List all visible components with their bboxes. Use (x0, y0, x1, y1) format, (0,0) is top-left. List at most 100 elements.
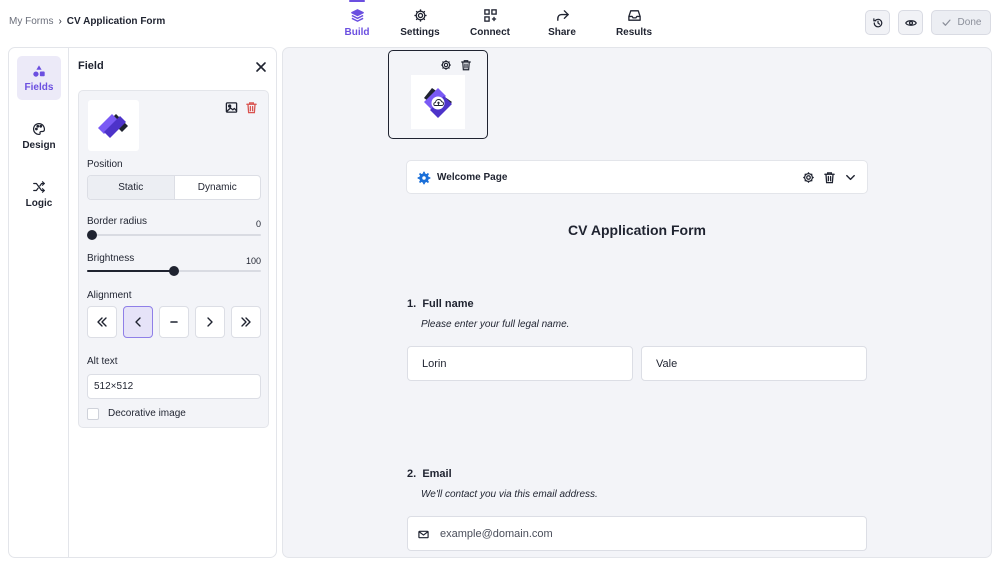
double-chevron-right-icon (241, 317, 251, 327)
brightness-slider[interactable] (87, 266, 261, 276)
history-icon (872, 17, 882, 27)
alignment-label: Alignment (87, 290, 132, 301)
rail-item-design-label: Design (22, 139, 56, 151)
brightness-label: Brightness (87, 253, 135, 264)
eye-icon (904, 19, 917, 26)
alt-text-input[interactable]: 512×512 (87, 374, 261, 399)
logo-block-tools (440, 59, 472, 71)
align-center-button[interactable] (159, 306, 189, 338)
tab-share-label: Share (548, 27, 576, 38)
tab-settings-label: Settings (400, 27, 440, 38)
welcome-page-bar[interactable]: Welcome Page (406, 160, 868, 194)
brand-logo-icon (97, 113, 128, 138)
top-bar: My Forms › CV Application Form Build Set… (0, 0, 1000, 44)
done-button[interactable]: Done (931, 10, 991, 35)
trash-icon[interactable] (245, 101, 258, 114)
question-2-number: 2. (407, 468, 417, 480)
shuffle-icon (33, 180, 45, 193)
gear-icon[interactable] (440, 59, 452, 71)
shapes-icon (33, 64, 45, 77)
tab-connect[interactable]: Connect (454, 0, 526, 44)
double-chevron-left-icon (97, 317, 107, 327)
rail-item-fields-label: Fields (24, 81, 54, 93)
email-placeholder: example@domain.com (440, 528, 553, 540)
inbox-icon (627, 10, 641, 21)
trash-icon[interactable] (823, 171, 836, 184)
alignment-buttons (87, 306, 261, 338)
tab-results-label: Results (615, 27, 653, 38)
replace-image-icon[interactable] (225, 101, 238, 114)
palette-icon (32, 122, 46, 135)
align-far-left-button[interactable] (87, 306, 117, 338)
tab-settings[interactable]: Settings (386, 0, 454, 44)
welcome-gear-icon (417, 171, 431, 185)
breadcrumb: My Forms › CV Application Form (9, 16, 165, 27)
tab-share[interactable]: Share (526, 0, 598, 44)
rail-item-logic-label: Logic (25, 197, 53, 209)
share-arrow-icon (556, 10, 569, 21)
preview-button[interactable] (898, 10, 923, 35)
active-tab-indicator (349, 0, 365, 2)
slider-track (87, 234, 261, 236)
layers-icon (350, 9, 364, 22)
question-1-description: Please enter your full legal name. (421, 319, 570, 330)
email-input[interactable]: example@domain.com (407, 516, 867, 551)
question-1-number: 1. (407, 298, 417, 310)
decorative-image-label: Decorative image (108, 408, 186, 419)
image-thumbnail[interactable] (88, 100, 139, 151)
chevron-down-icon[interactable] (844, 171, 857, 184)
image-actions (225, 101, 258, 114)
logo-image[interactable] (411, 75, 465, 129)
rail-item-design[interactable]: Design (17, 114, 61, 158)
breadcrumb-current: CV Application Form (66, 16, 166, 27)
last-name-input[interactable]: Vale (641, 346, 867, 381)
rail-item-fields[interactable]: Fields (17, 56, 61, 100)
form-canvas: Welcome Page CV Application Form 1. Full… (282, 47, 992, 558)
border-radius-value: 0 (255, 219, 261, 229)
done-label: Done (957, 17, 982, 28)
field-panel-title: Field (78, 60, 104, 72)
minus-icon (170, 321, 178, 323)
position-label: Position (87, 159, 123, 170)
main-nav: Build Settings Connect Share Results (330, 0, 670, 44)
tab-results[interactable]: Results (598, 0, 670, 44)
side-rail: Fields Design Logic (9, 48, 69, 557)
welcome-page-actions (802, 171, 857, 184)
gear-icon[interactable] (802, 171, 815, 184)
trash-icon[interactable] (460, 59, 472, 71)
decorative-image-checkbox[interactable] (87, 408, 99, 420)
brand-logo-upload-icon (424, 88, 452, 118)
tab-build[interactable]: Build (330, 0, 384, 44)
align-far-right-button[interactable] (231, 306, 261, 338)
alt-text-label: Alt text (87, 356, 118, 367)
position-static-option[interactable]: Static (88, 176, 175, 199)
close-icon[interactable] (254, 60, 268, 74)
first-name-input[interactable]: Lorin (407, 346, 633, 381)
question-1-label: Full name (422, 298, 474, 310)
border-radius-label: Border radius (87, 216, 148, 227)
brightness-value: 100 (245, 256, 261, 266)
selected-logo-block[interactable] (388, 50, 488, 139)
image-field-card: Position Static Dynamic Border radius 0 … (78, 90, 269, 428)
top-actions: Done (865, 10, 991, 35)
welcome-page-label: Welcome Page (437, 172, 508, 183)
left-panel: Fields Design Logic Field Position Stati… (8, 47, 277, 558)
rail-item-logic[interactable]: Logic (17, 172, 61, 216)
tab-connect-label: Connect (470, 27, 510, 38)
align-right-button[interactable] (195, 306, 225, 338)
form-title[interactable]: CV Application Form (406, 222, 868, 238)
border-radius-slider[interactable] (87, 230, 261, 240)
slider-handle[interactable] (87, 230, 97, 240)
question-2-label: Email (422, 468, 452, 480)
mail-icon (418, 530, 429, 539)
connect-grid-icon (483, 9, 497, 22)
history-button[interactable] (865, 10, 890, 35)
breadcrumb-root-link[interactable]: My Forms (9, 16, 53, 27)
chevron-left-icon (135, 317, 141, 327)
question-1-title[interactable]: 1. Full name (407, 298, 474, 310)
slider-handle[interactable] (169, 266, 179, 276)
question-2-title[interactable]: 2. Email (407, 468, 452, 480)
align-left-button[interactable] (123, 306, 153, 338)
position-dynamic-option[interactable]: Dynamic (175, 176, 261, 199)
slider-fill (87, 270, 174, 272)
